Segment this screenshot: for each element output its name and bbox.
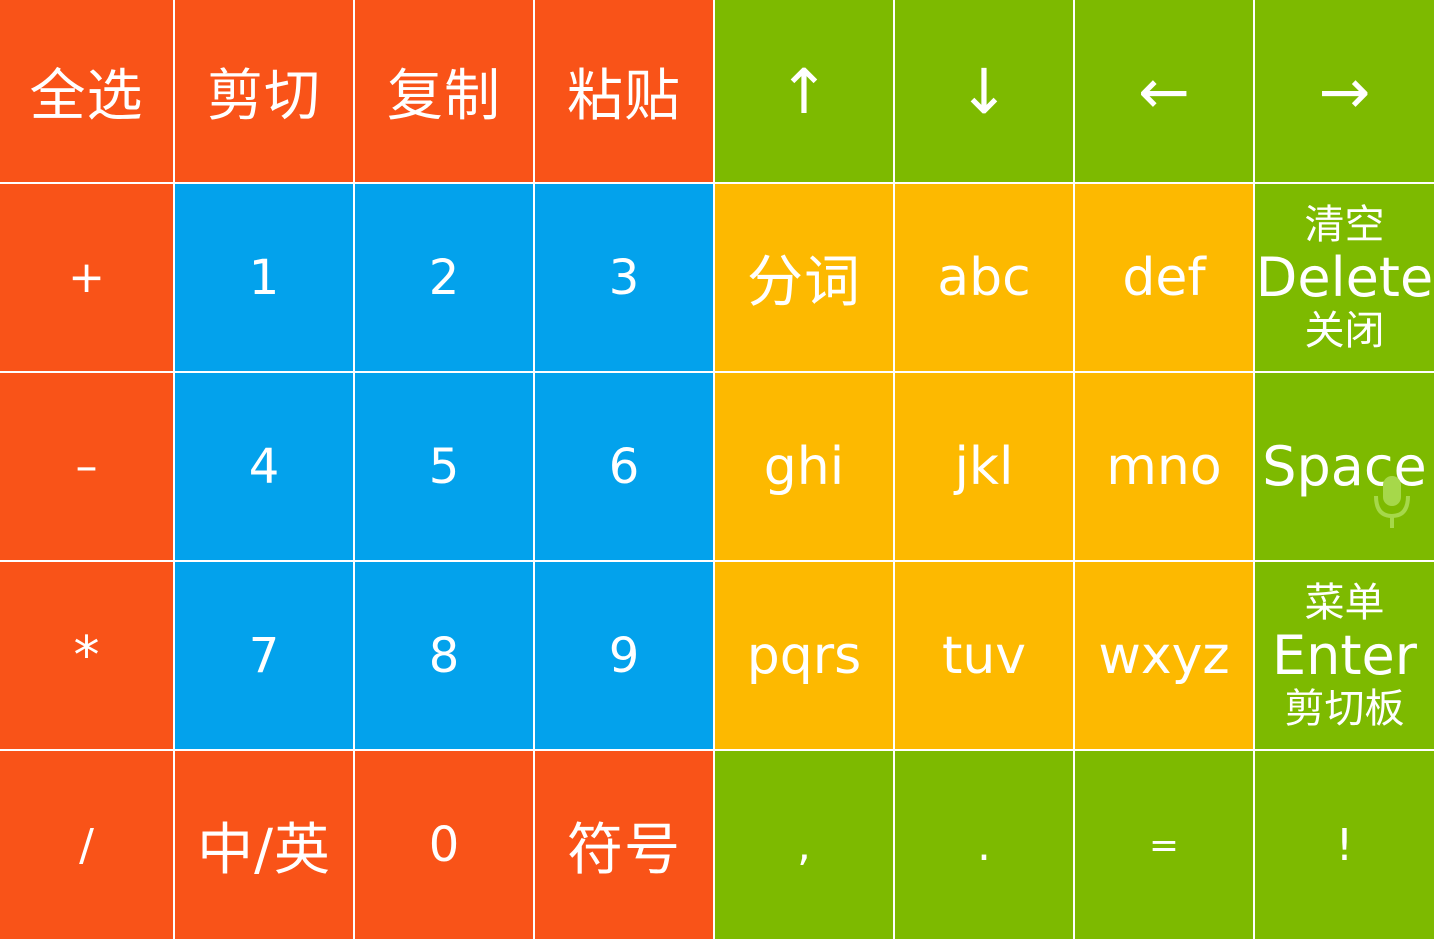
enter-key-labels: 菜单 Enter 剪切板 (1272, 583, 1417, 729)
keyboard: 全选 剪切 复制 粘贴 ↑ ↓ ← → + 1 2 3 分词 abc def 清… (0, 0, 1434, 939)
tuv-label: tuv (941, 625, 1027, 686)
exclamation-key[interactable]: ! (1255, 751, 1434, 939)
menu-label: 菜单 (1304, 579, 1385, 626)
language-toggle-key[interactable]: 中/英 (175, 751, 353, 939)
digit-7-key[interactable]: 7 (175, 562, 353, 749)
period-key[interactable]: . (895, 751, 1073, 939)
copy-key[interactable]: 复制 (355, 0, 533, 182)
jkl-label: jkl (954, 436, 1014, 497)
cut-label: 剪切 (207, 63, 321, 129)
mno-key[interactable]: mno (1075, 373, 1253, 560)
digit-2-label: 2 (428, 249, 460, 306)
digit-0-label: 0 (428, 817, 460, 873)
slash-key[interactable]: / (0, 751, 173, 939)
digit-9-label: 9 (608, 627, 640, 684)
digit-8-key[interactable]: 8 (355, 562, 533, 749)
jkl-key[interactable]: jkl (895, 373, 1073, 560)
clipboard-label: 剪切板 (1284, 685, 1405, 732)
def-label: def (1122, 247, 1206, 308)
wxyz-key[interactable]: wxyz (1075, 562, 1253, 749)
digit-9-key[interactable]: 9 (535, 562, 713, 749)
language-toggle-label: 中/英 (197, 817, 331, 883)
arrow-up-key[interactable]: ↑ (715, 0, 893, 182)
paste-label: 粘贴 (567, 63, 681, 129)
delete-key[interactable]: 清空 Delete 关闭 (1255, 184, 1434, 371)
digit-4-key[interactable]: 4 (175, 373, 353, 560)
segment-label: 分词 (747, 250, 861, 315)
comma-label: , (797, 819, 811, 871)
ghi-key[interactable]: ghi (715, 373, 893, 560)
exclamation-label: ! (1335, 819, 1354, 871)
wxyz-label: wxyz (1098, 625, 1230, 686)
abc-label: abc (937, 247, 1031, 308)
minus-label: – (75, 441, 98, 492)
digit-3-key[interactable]: 3 (535, 184, 713, 371)
symbols-key[interactable]: 符号 (535, 751, 713, 939)
asterisk-label: * (73, 625, 100, 686)
delete-key-labels: 清空 Delete 关闭 (1256, 205, 1433, 351)
microphone-icon (1374, 476, 1410, 528)
enter-key[interactable]: 菜单 Enter 剪切板 (1255, 562, 1434, 749)
digit-5-key[interactable]: 5 (355, 373, 533, 560)
close-label: 关闭 (1304, 307, 1385, 354)
digit-3-label: 3 (608, 249, 640, 306)
digit-6-label: 6 (608, 438, 640, 495)
space-key[interactable]: Space (1255, 373, 1434, 560)
plus-label: + (68, 252, 105, 303)
arrow-right-icon: → (1318, 54, 1371, 128)
pqrs-label: pqrs (746, 625, 862, 686)
abc-key[interactable]: abc (895, 184, 1073, 371)
select-all-key[interactable]: 全选 (0, 0, 173, 182)
select-all-label: 全选 (29, 63, 144, 129)
digit-0-key[interactable]: 0 (355, 751, 533, 939)
cut-key[interactable]: 剪切 (175, 0, 353, 182)
digit-1-label: 1 (248, 249, 280, 306)
equals-key[interactable]: = (1075, 751, 1253, 939)
segment-key[interactable]: 分词 (715, 184, 893, 371)
tuv-key[interactable]: tuv (895, 562, 1073, 749)
equals-label: = (1148, 824, 1180, 866)
clear-label: 清空 (1304, 201, 1385, 248)
def-key[interactable]: def (1075, 184, 1253, 371)
minus-key[interactable]: – (0, 373, 173, 560)
digit-7-label: 7 (248, 627, 280, 684)
arrow-left-icon: ← (1138, 54, 1190, 128)
enter-label: Enter (1272, 623, 1417, 687)
paste-key[interactable]: 粘贴 (535, 0, 713, 182)
digit-1-key[interactable]: 1 (175, 184, 353, 371)
pqrs-key[interactable]: pqrs (715, 562, 893, 749)
digit-2-key[interactable]: 2 (355, 184, 533, 371)
copy-label: 复制 (387, 63, 501, 129)
arrow-right-key[interactable]: → (1255, 0, 1434, 182)
plus-key[interactable]: + (0, 184, 173, 371)
period-label: . (977, 819, 991, 871)
arrow-down-key[interactable]: ↓ (895, 0, 1073, 182)
digit-4-label: 4 (248, 438, 280, 495)
digit-6-key[interactable]: 6 (535, 373, 713, 560)
asterisk-key[interactable]: * (0, 562, 173, 749)
arrow-down-icon: ↓ (958, 54, 1010, 128)
comma-key[interactable]: , (715, 751, 893, 939)
slash-label: / (79, 819, 94, 871)
digit-8-label: 8 (428, 627, 460, 684)
mno-label: mno (1106, 436, 1222, 497)
arrow-left-key[interactable]: ← (1075, 0, 1253, 182)
digit-5-label: 5 (428, 438, 460, 495)
ghi-label: ghi (763, 436, 845, 497)
arrow-up-icon: ↑ (778, 54, 830, 128)
symbols-label: 符号 (567, 817, 681, 883)
delete-label: Delete (1255, 245, 1434, 309)
